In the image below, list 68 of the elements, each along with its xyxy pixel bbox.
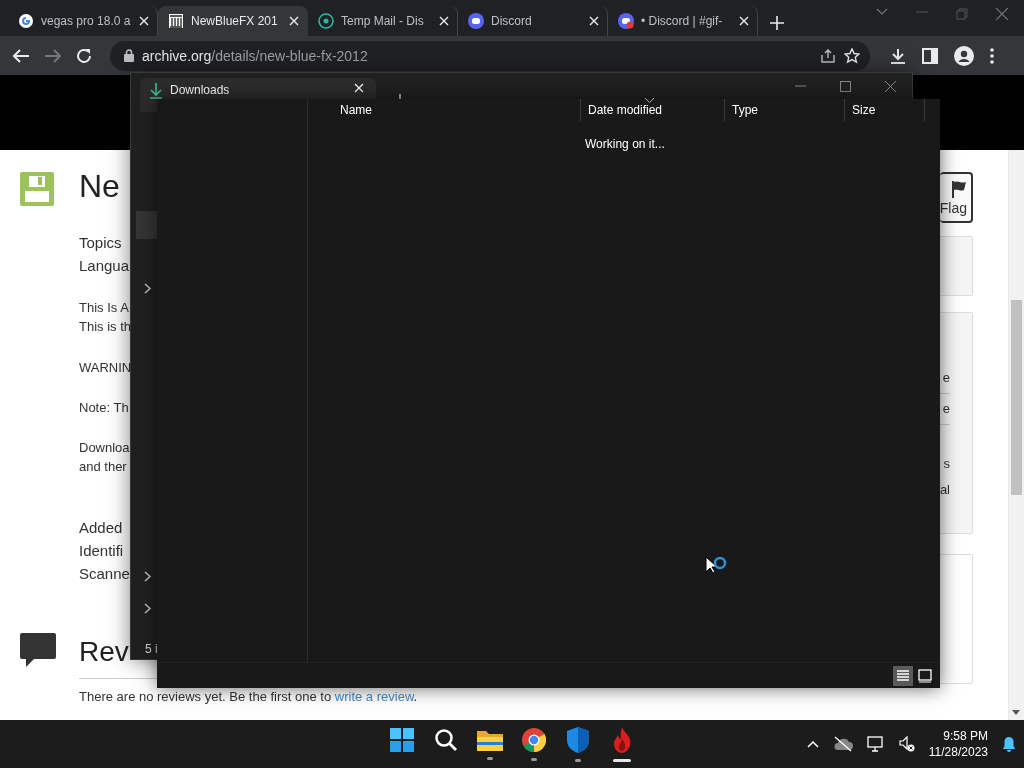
description-line: This Is A bbox=[79, 299, 129, 317]
flame-icon bbox=[612, 726, 632, 753]
shield-icon bbox=[567, 726, 589, 753]
network-icon[interactable] bbox=[866, 736, 885, 752]
metadata-label: Added bbox=[79, 518, 123, 538]
chat-icon bbox=[468, 13, 484, 29]
description-line: Downloa bbox=[79, 439, 130, 457]
scrollbar-thumb[interactable] bbox=[1011, 300, 1022, 495]
columns-icon bbox=[168, 13, 184, 29]
page-title: Ne bbox=[79, 168, 120, 204]
download-icon[interactable] bbox=[890, 47, 906, 64]
plus-icon[interactable] bbox=[770, 16, 784, 30]
lock-icon bbox=[124, 49, 134, 62]
list-icon bbox=[895, 667, 911, 684]
star-icon[interactable] bbox=[844, 47, 860, 64]
scroll-down-arrow-icon[interactable] bbox=[1012, 710, 1020, 715]
column-header[interactable]: Type bbox=[725, 99, 845, 121]
column-header[interactable]: Date modified bbox=[581, 99, 725, 121]
column-header[interactable]: Name bbox=[308, 99, 581, 121]
status-text: 5 i bbox=[145, 642, 158, 656]
flag-icon bbox=[951, 179, 967, 198]
folder-icon bbox=[477, 728, 503, 751]
description-line: WARNIN bbox=[79, 359, 132, 377]
browser-icon bbox=[522, 727, 546, 752]
profile-icon[interactable] bbox=[954, 45, 974, 66]
menu-icon[interactable] bbox=[990, 47, 994, 64]
cloud-off-icon[interactable] bbox=[832, 736, 853, 752]
chevron-right-icon[interactable] bbox=[143, 283, 151, 294]
metadata-label: Langua bbox=[79, 256, 130, 276]
speech-bubble-icon bbox=[20, 633, 56, 669]
metadata-label: Topics bbox=[79, 233, 122, 253]
forward-arrow-icon[interactable] bbox=[44, 47, 62, 64]
description-line: This is th bbox=[79, 318, 131, 336]
description-line: Note: Th bbox=[79, 399, 129, 417]
chevron-right-icon[interactable] bbox=[143, 571, 151, 582]
sidebar-text: al bbox=[939, 481, 950, 499]
sidebar-text: s bbox=[943, 455, 950, 473]
metadata-label: Identifi bbox=[79, 541, 124, 561]
back-arrow-icon[interactable] bbox=[12, 47, 30, 64]
chat-icon bbox=[618, 13, 634, 29]
mail-icon bbox=[318, 13, 334, 29]
chevron-down-icon[interactable] bbox=[876, 8, 888, 16]
search-icon bbox=[434, 727, 458, 752]
side-panel-icon[interactable] bbox=[922, 47, 938, 64]
description-line: and ther bbox=[79, 458, 127, 476]
cursor-icon bbox=[705, 556, 716, 574]
review-note: There are no reviews yet. Be the first one to write a review. bbox=[79, 688, 418, 706]
tiles-icon bbox=[917, 667, 933, 684]
reload-icon[interactable] bbox=[76, 47, 92, 64]
details-view-button[interactable] bbox=[893, 665, 913, 686]
chevron-right-icon[interactable] bbox=[143, 603, 151, 614]
status-message: Working on it... bbox=[585, 137, 666, 151]
column-header[interactable]: Size bbox=[845, 99, 925, 121]
address-bar[interactable]: archive.org/details/new-blue-fx-2012 bbox=[110, 40, 870, 71]
chevron-up-icon[interactable] bbox=[806, 740, 819, 748]
loading-spinner-icon bbox=[713, 556, 727, 570]
review-link[interactable]: write a review bbox=[334, 689, 414, 704]
metadata-label: Scanne bbox=[79, 564, 130, 584]
grid-icon bbox=[390, 727, 414, 752]
bell-icon[interactable] bbox=[1002, 736, 1016, 752]
speaker-muted-icon[interactable] bbox=[898, 736, 915, 752]
maximize-icon[interactable] bbox=[840, 81, 851, 92]
flag-button[interactable]: Flag bbox=[940, 172, 973, 223]
clock-time[interactable]: 9:58 PM bbox=[943, 728, 988, 744]
browser-tab[interactable]: NewBlueFX 201 bbox=[158, 6, 308, 36]
clock-date[interactable]: 11/28/2023 bbox=[928, 744, 988, 760]
download-arrow-icon bbox=[150, 83, 162, 99]
share-icon[interactable] bbox=[820, 47, 836, 64]
